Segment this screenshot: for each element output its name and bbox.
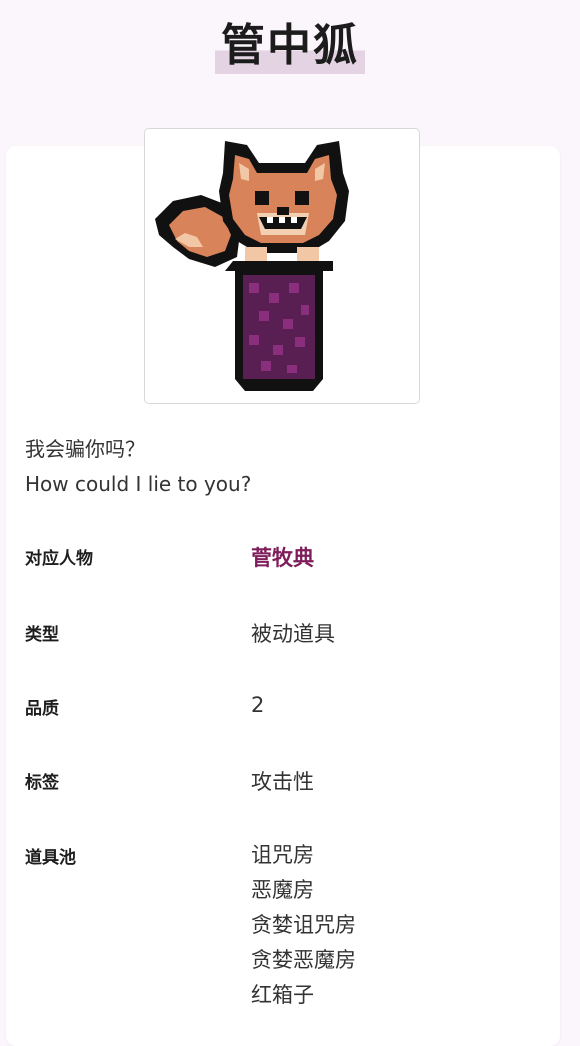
- pool-item: 贪婪恶魔房: [251, 948, 356, 972]
- pools-label: 道具池: [25, 848, 76, 868]
- quality-label: 品质: [25, 699, 59, 719]
- pool-item: 红箱子: [251, 983, 314, 1007]
- tags-value: 攻击性: [251, 770, 314, 794]
- page-header: 管中狐: [0, 18, 580, 74]
- type-value: 被动道具: [251, 622, 335, 646]
- character-link[interactable]: 菅牧典: [251, 542, 314, 572]
- pools-list: 诅咒房 恶魔房 贪婪诅咒房 贪婪恶魔房 红箱子: [251, 838, 356, 1013]
- quote-chinese: 我会骗你吗？: [25, 437, 145, 461]
- tags-label: 标签: [25, 773, 59, 793]
- character-label: 对应人物: [25, 549, 93, 569]
- pool-item: 诅咒房: [251, 843, 314, 867]
- quote-english: How could I lie to you?: [25, 472, 252, 496]
- item-image: [144, 128, 420, 404]
- pool-item: 贪婪诅咒房: [251, 913, 356, 937]
- quality-value: 2: [251, 693, 265, 717]
- type-label: 类型: [25, 625, 59, 645]
- pool-item: 恶魔房: [251, 878, 314, 902]
- page-title: 管中狐: [215, 18, 365, 74]
- fox-in-tube-icon: [155, 141, 349, 391]
- item-quote: 我会骗你吗？ How could I lie to you?: [25, 432, 251, 502]
